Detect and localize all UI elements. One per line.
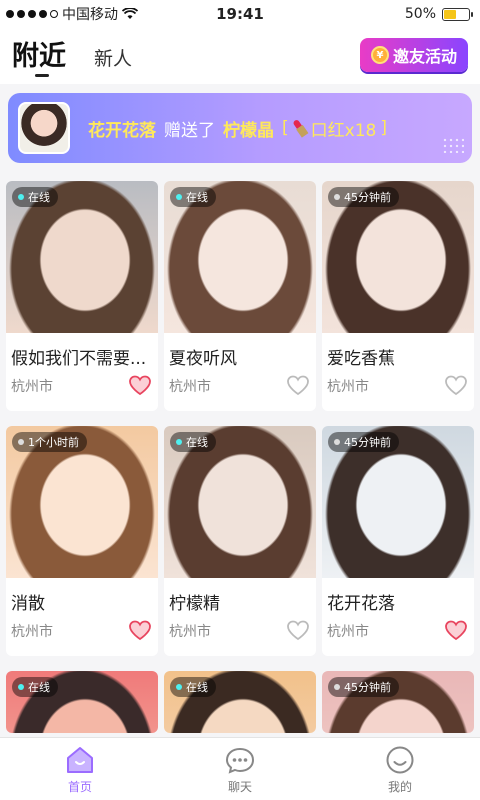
status-text: 在线 — [28, 191, 50, 204]
status-text: 1个小时前 — [28, 436, 79, 449]
user-name: 夏夜听风 — [169, 349, 237, 369]
invite-label: 邀友活动 — [392, 47, 457, 66]
status-text: 45分钟前 — [344, 436, 391, 449]
status-dot-icon — [18, 439, 24, 445]
gift-banner[interactable]: 花开花落 赠送了 柠檬晶 [ 口红x18 ] — [8, 93, 472, 163]
home-icon — [67, 746, 93, 773]
online-dot-icon — [176, 439, 182, 445]
status-badge: 在线 — [170, 432, 216, 452]
user-card[interactable]: 在线柠檬精杭州市 — [164, 426, 316, 656]
user-photo[interactable]: 在线 — [164, 181, 316, 333]
heart-icon[interactable] — [286, 619, 310, 641]
status-badge: 在线 — [170, 677, 216, 697]
user-photo[interactable]: 45分钟前 — [322, 426, 474, 578]
user-card[interactable]: 45分钟前爱吃香蕉杭州市 — [322, 181, 474, 411]
user-grid: 在线 假如我们不需要... 杭州市 在线 夏夜听风 杭州市 45分钟前 爱吃香蕉 杭州市 1… — [6, 181, 474, 733]
heart-icon[interactable] — [444, 619, 468, 641]
user-card[interactable]: 1个小时前消散杭州市 — [6, 426, 158, 656]
user-photo[interactable]: 在线 — [164, 671, 316, 733]
gift-name: 口红x18 — [310, 120, 377, 141]
user-city: 杭州市 — [169, 379, 211, 395]
nav-profile-label: 我的 — [387, 779, 412, 794]
gift-bracket-open: [ — [282, 118, 289, 138]
bottom-nav: 首页 聊天 我的 — [0, 737, 480, 800]
user-name: 假如我们不需要... — [11, 349, 147, 369]
status-text: 在线 — [186, 681, 208, 694]
status-badge: 45分钟前 — [328, 677, 399, 697]
status-dot-icon — [334, 194, 340, 200]
user-city: 杭州市 — [327, 379, 369, 395]
heart-icon[interactable] — [128, 374, 152, 396]
battery-percent: 50% — [404, 6, 436, 22]
online-dot-icon — [176, 684, 182, 690]
nav-chat[interactable]: 聊天 — [160, 738, 320, 800]
user-photo[interactable]: 在线 — [6, 181, 158, 333]
user-card[interactable]: 在线 — [164, 671, 316, 733]
user-card[interactable]: 在线假如我们不需要... 杭州市 — [6, 181, 158, 411]
header: 附近 新人 ¥ 邀友活动 — [0, 28, 480, 84]
signal-icon — [6, 10, 58, 18]
heart-icon[interactable] — [128, 619, 152, 641]
chat-icon — [225, 747, 255, 774]
user-photo[interactable]: 在线 — [6, 671, 158, 733]
heart-icon[interactable] — [286, 374, 310, 396]
user-photo[interactable]: 45分钟前 — [322, 181, 474, 333]
online-dot-icon — [176, 194, 182, 200]
status-text: 在线 — [28, 681, 50, 694]
user-card[interactable]: 45分钟前花开花落杭州市 — [322, 426, 474, 656]
status-badge: 在线 — [12, 187, 58, 207]
user-photo[interactable]: 1个小时前 — [6, 426, 158, 578]
nav-chat-label: 聊天 — [227, 779, 252, 794]
user-city: 杭州市 — [169, 624, 211, 640]
tab-new-users[interactable]: 新人 — [94, 44, 132, 71]
user-name: 消散 — [11, 594, 45, 614]
gift-verb: 赠送了 — [164, 120, 215, 141]
tab-indicator — [35, 74, 49, 77]
user-name: 爱吃香蕉 — [327, 349, 395, 369]
user-name: 柠檬精 — [169, 594, 220, 614]
status-badge: 1个小时前 — [12, 432, 87, 452]
nav-home[interactable]: 首页 — [0, 738, 160, 800]
status-badge: 在线 — [170, 187, 216, 207]
status-dot-icon — [334, 684, 340, 690]
sender-avatar — [18, 102, 70, 154]
status-dot-icon — [334, 439, 340, 445]
wifi-icon — [122, 8, 138, 19]
status-bar: 中国移动 19:41 50% — [0, 0, 480, 28]
coin-icon: ¥ — [370, 46, 389, 64]
user-city: 杭州市 — [327, 624, 369, 640]
status-badge: 45分钟前 — [328, 432, 399, 452]
tab-nearby[interactable]: 附近 — [12, 34, 66, 73]
sender-name: 花开花落 — [88, 120, 156, 141]
online-dot-icon — [18, 194, 24, 200]
status-badge: 45分钟前 — [328, 187, 399, 207]
invite-friends-button[interactable]: ¥ 邀友活动 — [360, 38, 468, 72]
user-card[interactable]: 在线夏夜听风杭州市 — [164, 181, 316, 411]
battery-icon — [442, 7, 473, 21]
gift-bracket-close: ] — [380, 118, 387, 138]
lipstick-icon — [289, 117, 311, 140]
heart-icon[interactable] — [444, 374, 468, 396]
decor-dots — [442, 137, 464, 153]
nav-profile[interactable]: 我的 — [320, 738, 480, 800]
status-badge: 在线 — [12, 677, 58, 697]
user-photo[interactable]: 在线 — [164, 426, 316, 578]
user-name: 花开花落 — [327, 594, 395, 614]
user-city: 杭州市 — [11, 379, 53, 395]
online-dot-icon — [18, 684, 24, 690]
user-card[interactable]: 45分钟前 — [322, 671, 474, 733]
status-text: 在线 — [186, 436, 208, 449]
nav-home-label: 首页 — [67, 779, 92, 794]
status-text: 45分钟前 — [344, 191, 391, 204]
user-card[interactable]: 在线 — [6, 671, 158, 733]
status-text: 45分钟前 — [344, 681, 391, 694]
user-photo[interactable]: 45分钟前 — [322, 671, 474, 733]
receiver-name: 柠檬晶 — [223, 120, 274, 141]
carrier-label: 中国移动 — [62, 7, 118, 23]
profile-icon — [386, 746, 414, 773]
status-text: 在线 — [186, 191, 208, 204]
user-city: 杭州市 — [11, 624, 53, 640]
